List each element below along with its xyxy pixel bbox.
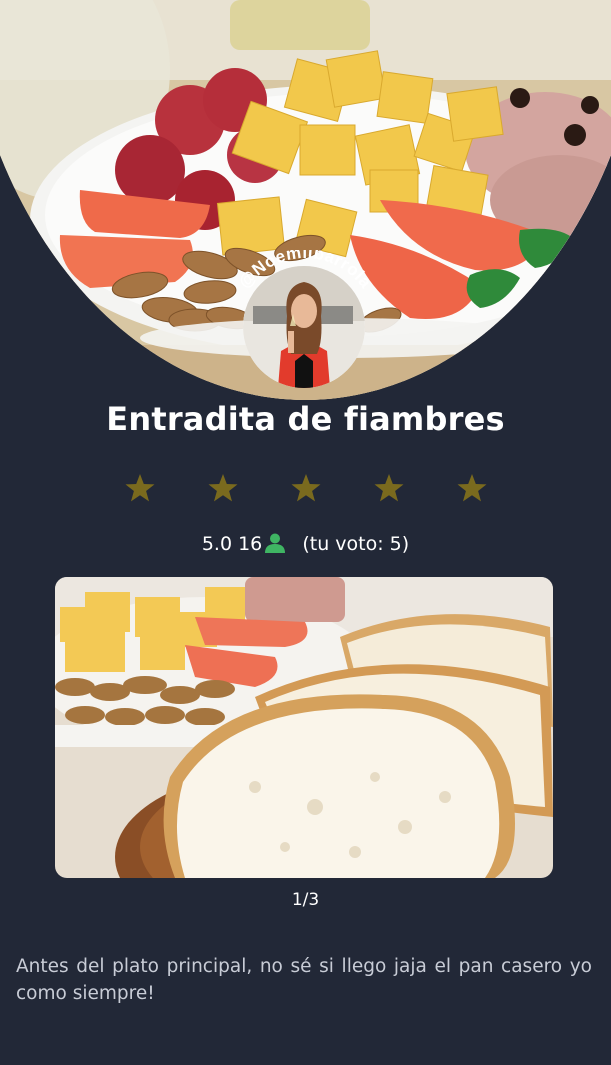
author-avatar[interactable] bbox=[243, 266, 365, 388]
author-badge[interactable]: @Noemiibarrola bbox=[215, 250, 395, 400]
author-photo bbox=[243, 266, 365, 388]
recipe-title: Entradita de fiambres bbox=[106, 400, 505, 438]
star-rating[interactable] bbox=[122, 470, 490, 506]
user-icon bbox=[264, 533, 286, 558]
star-icon[interactable] bbox=[205, 470, 241, 506]
your-vote: (tu voto: 5) bbox=[302, 533, 410, 555]
hero-image-section: @Noemiibarrola bbox=[0, 0, 611, 400]
star-icon[interactable] bbox=[454, 470, 490, 506]
rating-count: 16 bbox=[238, 533, 263, 555]
gallery-pager: 1/3 bbox=[291, 890, 320, 910]
star-icon[interactable] bbox=[122, 470, 158, 506]
star-icon[interactable] bbox=[371, 470, 407, 506]
recipe-description: Antes del plato principal, no sé si lleg… bbox=[16, 956, 592, 1004]
rating-average: 5.0 bbox=[201, 533, 233, 555]
rating-summary: 5.0 16 (tu voto: 5) bbox=[0, 533, 611, 558]
bread-photo bbox=[55, 577, 553, 878]
star-icon[interactable] bbox=[288, 470, 324, 506]
photo-gallery[interactable] bbox=[55, 577, 553, 878]
